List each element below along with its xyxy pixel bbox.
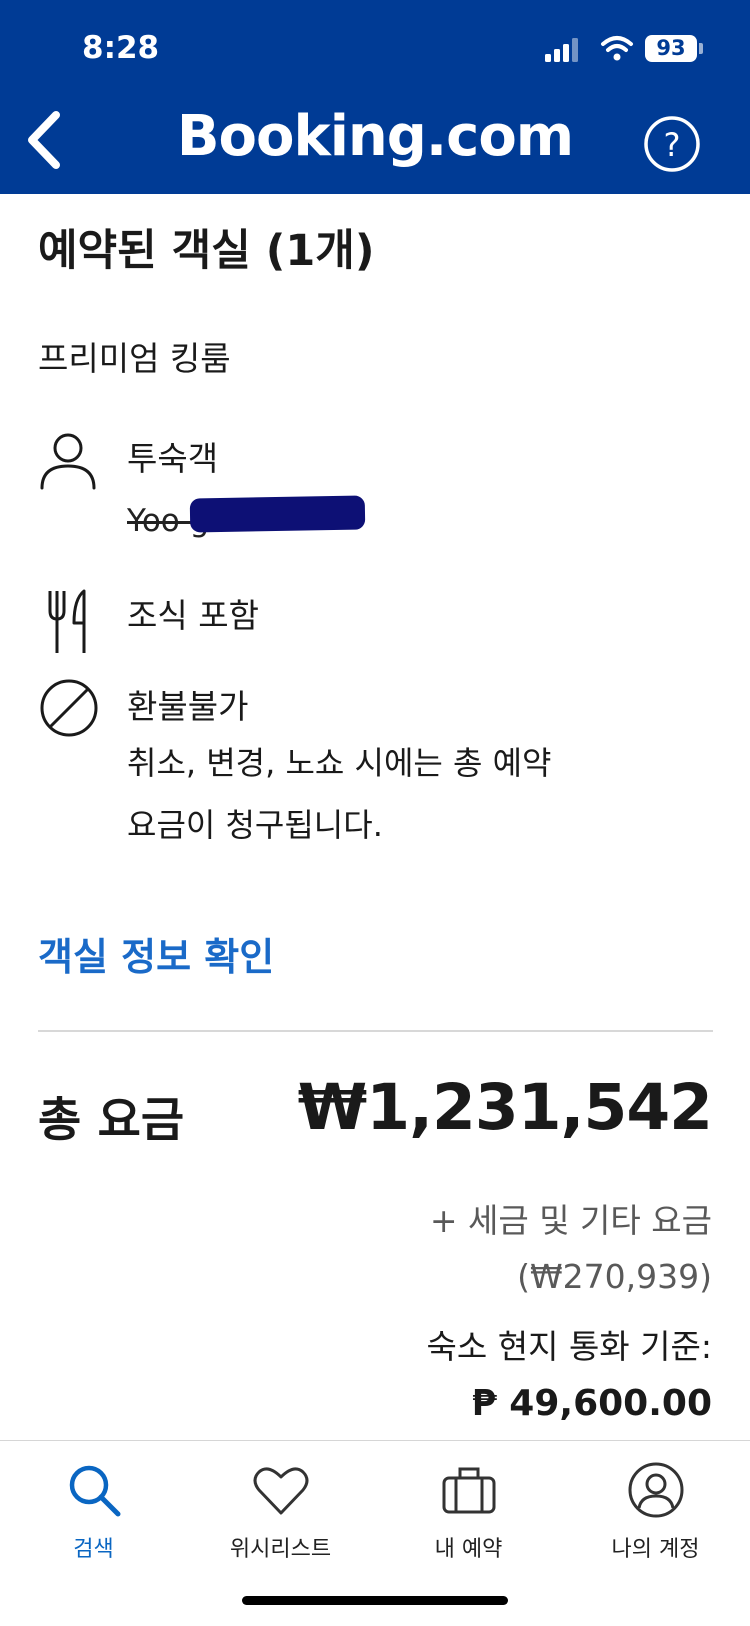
- svg-text:?: ?: [664, 126, 681, 164]
- battery-tip: [699, 43, 703, 54]
- brand-logo: Booking.com: [176, 104, 574, 169]
- tab-bookings[interactable]: 내 예약: [375, 1441, 562, 1571]
- status-time: 8:28: [82, 30, 160, 66]
- fork-knife-icon: [48, 589, 86, 653]
- heart-icon: [253, 1467, 309, 1515]
- refund-note-line1: 취소, 변경, 노쇼 시에는 총 예약: [127, 744, 552, 782]
- taxes-label: + 세금 및 기타 요금: [429, 1201, 712, 1240]
- room-name: 프리미엄 킹룸: [38, 339, 231, 378]
- tab-search[interactable]: 검색: [0, 1441, 187, 1571]
- no-refund-icon: [40, 679, 98, 737]
- divider: [38, 1030, 713, 1032]
- suitcase-icon: [442, 1467, 496, 1514]
- local-currency-label: 숙소 현지 통화 기준:: [426, 1327, 712, 1366]
- account-icon: [628, 1462, 684, 1518]
- tab-account[interactable]: 나의 계정: [562, 1441, 749, 1571]
- tab-search-label: 검색: [73, 1537, 114, 1562]
- meal-label: 조식 포함: [127, 596, 259, 635]
- tab-bookings-label: 내 예약: [434, 1537, 503, 1562]
- total-amount: ₩1,231,542: [297, 1071, 713, 1144]
- total-label: 총 요금: [38, 1093, 185, 1148]
- refund-note-line2: 요금이 청구됩니다.: [127, 806, 383, 844]
- redaction-mark: [189, 495, 366, 533]
- search-icon: [69, 1465, 121, 1517]
- battery-indicator: 93: [645, 35, 697, 62]
- guest-label: 투숙객: [127, 439, 219, 478]
- person-icon: [40, 433, 96, 490]
- local-amount: ₱ 49,600.00: [471, 1383, 712, 1424]
- room-info-link[interactable]: 객실 정보 확인: [38, 926, 274, 981]
- tab-wishlist[interactable]: 위시리스트: [187, 1441, 374, 1571]
- section-title: 예약된 객실 (1개): [38, 226, 375, 276]
- home-indicator: [242, 1596, 508, 1605]
- wifi-icon: [601, 36, 633, 61]
- help-icon[interactable]: ?: [642, 114, 702, 174]
- taxes-amount: (₩270,939): [517, 1257, 712, 1296]
- cellular-signal-icon: [545, 38, 578, 62]
- refund-label: 환불불가: [127, 687, 249, 726]
- tab-wishlist-label: 위시리스트: [229, 1537, 332, 1562]
- tab-account-label: 나의 계정: [611, 1537, 700, 1562]
- app-header: 8:28 93 Booking.com ?: [0, 0, 750, 194]
